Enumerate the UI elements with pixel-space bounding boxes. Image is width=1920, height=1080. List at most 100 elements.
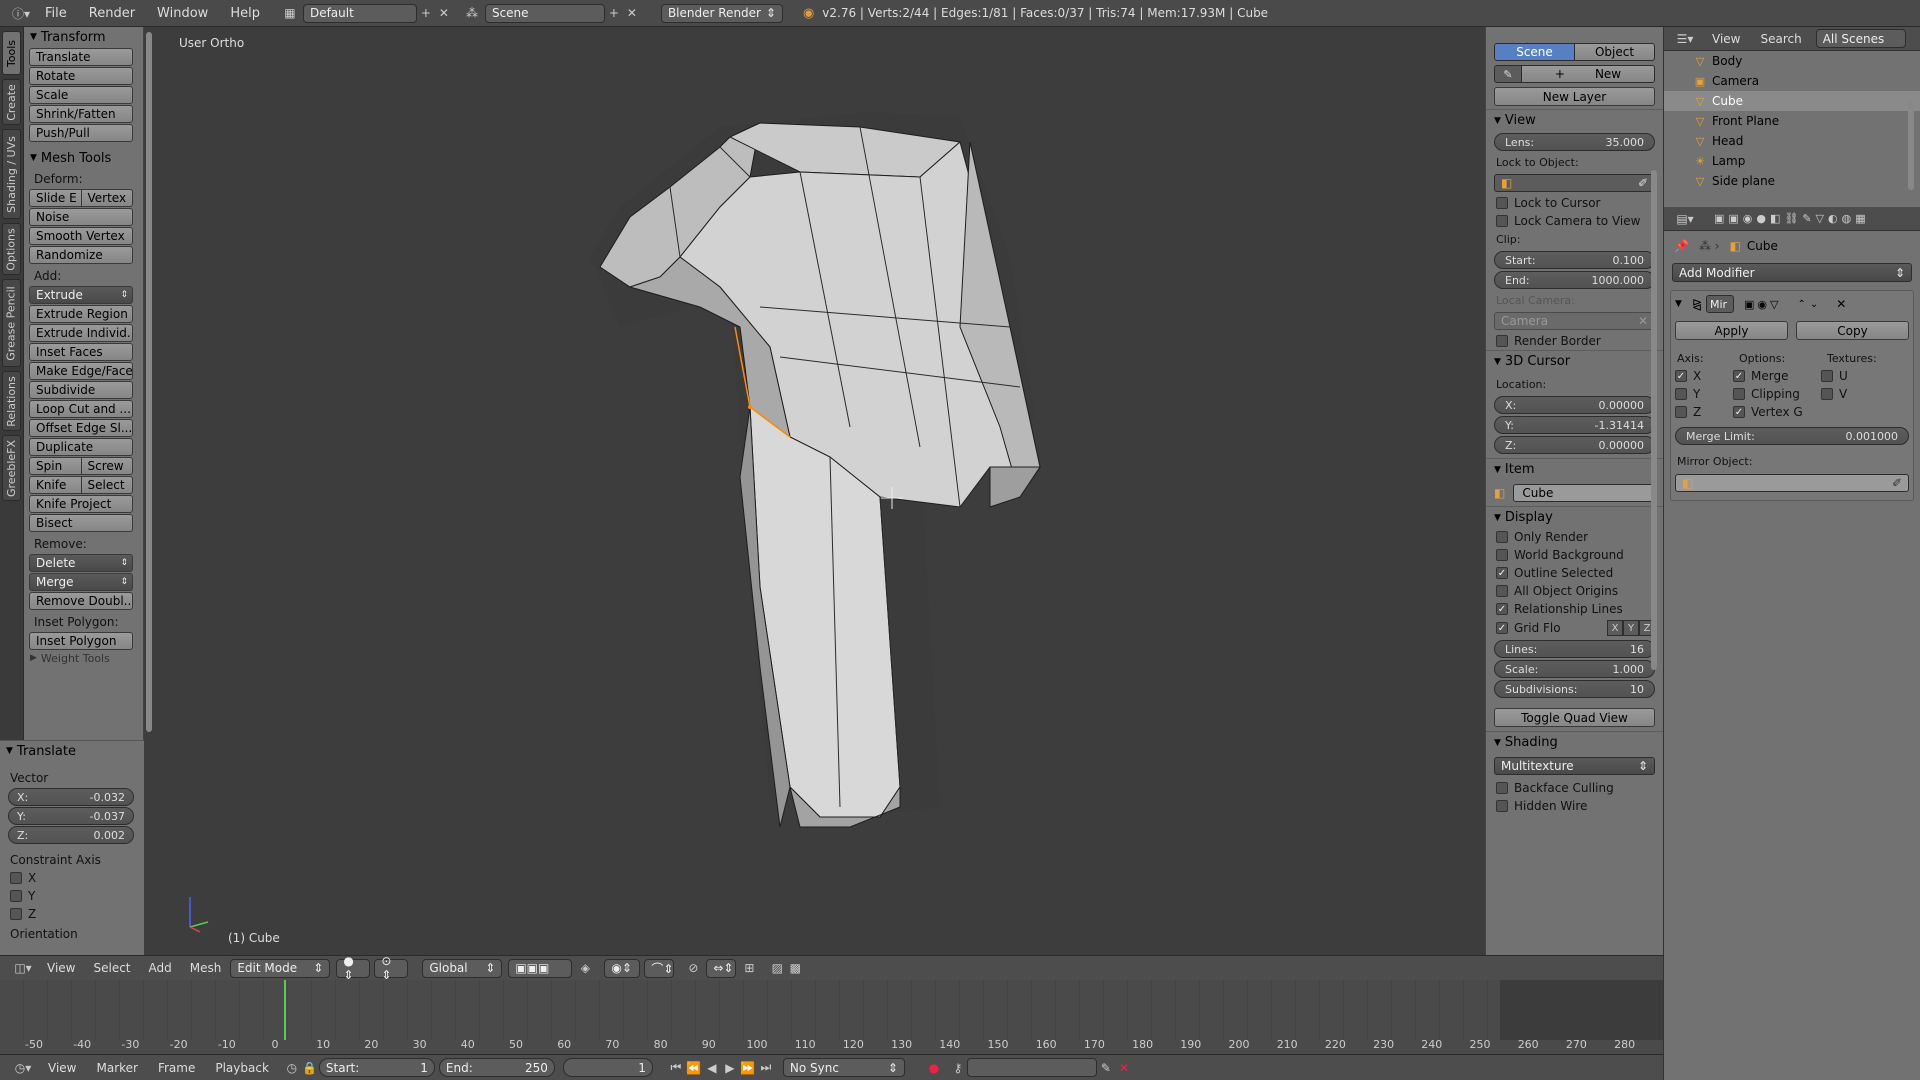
axis-y-checkbox[interactable]: Y: [1671, 385, 1733, 403]
context-tabs-icons[interactable]: ▣▣◉●◧⛓✎▽◐◍▦: [1714, 212, 1870, 225]
remove-layout-icon[interactable]: ✕: [435, 4, 453, 22]
merge-checkbox[interactable]: ✓ Merge: [1733, 367, 1821, 385]
modifier-visibility-icons[interactable]: ▣◉▽: [1744, 298, 1781, 311]
rotate-button[interactable]: Rotate: [29, 67, 133, 85]
snap-toggle-icon[interactable]: ⊘: [684, 959, 702, 977]
grid-floor-checkbox[interactable]: ✓ Grid Flo: [1496, 621, 1607, 635]
current-frame-line[interactable]: [284, 980, 286, 1040]
proportional-edit-select[interactable]: ◉⇕: [604, 958, 641, 978]
texture-u-checkbox[interactable]: U: [1821, 367, 1848, 385]
knife-button[interactable]: Knife: [29, 476, 82, 494]
timeline[interactable]: -50 -40 -30 -20 -10 0 10 20 30 40 50 60 70 80 90 100 110…: [0, 980, 1663, 1054]
scene-icon[interactable]: ⁂: [459, 4, 485, 22]
panel-transform-header[interactable]: ▼ Transform: [24, 27, 143, 47]
properties-shelf-scrollbar[interactable]: [1651, 170, 1657, 670]
occlude-geometry-icon[interactable]: ◈: [576, 959, 594, 977]
vector-y-field[interactable]: Y: -0.037: [8, 807, 134, 825]
record-icon[interactable]: ●: [925, 1059, 943, 1077]
panel-display-header[interactable]: ▼ Display: [1486, 506, 1663, 528]
scene-field[interactable]: Scene: [484, 3, 605, 23]
delete-dropdown[interactable]: Delete ⇕: [29, 554, 133, 572]
tab-scene[interactable]: Scene: [1494, 43, 1575, 61]
cursor-z-field[interactable]: Z: 0.00000: [1494, 436, 1655, 454]
lock-to-cursor-checkbox[interactable]: Lock to Cursor: [1486, 194, 1663, 212]
move-down-icon[interactable]: ⌄: [1810, 299, 1818, 310]
cursor-x-field[interactable]: X: 0.00000: [1494, 396, 1655, 414]
close-icon[interactable]: ✕: [1638, 314, 1648, 328]
merge-limit-field[interactable]: Merge Limit: 0.001000: [1675, 427, 1909, 445]
constraint-y-checkbox[interactable]: Y: [0, 887, 144, 905]
select-mode-buttons[interactable]: ▣▣▣: [508, 958, 573, 978]
panel-item-header[interactable]: ▼ Item: [1486, 458, 1663, 480]
lock-camera-checkbox[interactable]: Lock Camera to View: [1486, 212, 1663, 230]
menu-add[interactable]: Add: [140, 961, 181, 975]
panel-view-header[interactable]: ▼ View: [1486, 109, 1663, 131]
inset-faces-button[interactable]: Inset Faces: [29, 343, 133, 361]
screen-layout-icon[interactable]: ▦: [277, 4, 303, 22]
falloff-select[interactable]: ⌒⇕: [644, 958, 675, 978]
close-icon[interactable]: ✕: [1836, 297, 1846, 311]
layout-field[interactable]: Default: [302, 3, 417, 23]
delete-keyframe-icon[interactable]: ✕: [1115, 1059, 1133, 1077]
insert-keyframe-icon[interactable]: ✎: [1097, 1059, 1115, 1077]
lock-icon[interactable]: 🔒: [301, 1059, 319, 1077]
timeline-editor-icon[interactable]: ◷▾: [8, 1059, 38, 1077]
outliner-item[interactable]: ▣ Camera: [1664, 71, 1920, 91]
inset-polygon-button[interactable]: Inset Polygon: [29, 632, 133, 650]
grid-subdivisions-field[interactable]: Subdivisions: 10: [1494, 680, 1655, 698]
texture-v-checkbox[interactable]: V: [1821, 385, 1847, 403]
snap-element-select[interactable]: ⇔⇕: [706, 958, 737, 978]
grid-axis-x-toggle[interactable]: X: [1607, 620, 1623, 636]
only-render-checkbox[interactable]: Only Render: [1486, 528, 1663, 546]
constraint-x-checkbox[interactable]: X: [0, 869, 144, 887]
slide-vertex-button[interactable]: Vertex: [81, 189, 133, 207]
axis-x-checkbox[interactable]: ✓ X: [1671, 367, 1733, 385]
menu-mesh[interactable]: Mesh: [181, 961, 231, 975]
make-edge-face-button[interactable]: Make Edge/Face: [29, 362, 133, 380]
tab-tools[interactable]: Tools: [2, 31, 21, 75]
grid-axis-y-toggle[interactable]: Y: [1623, 620, 1639, 636]
panel-weight-tools-header[interactable]: ▶ Weight Tools: [24, 651, 143, 665]
outliner-scrollbar[interactable]: [1908, 100, 1914, 190]
randomize-button[interactable]: Randomize: [29, 246, 133, 264]
scale-button[interactable]: Scale: [29, 86, 133, 104]
remove-doubles-button[interactable]: Remove Doubl...: [29, 592, 133, 610]
prev-keyframe-icon[interactable]: ⏪: [685, 1059, 703, 1077]
tool-shelf-scrollbar[interactable]: [146, 32, 152, 732]
timeline-menu-playback[interactable]: Playback: [205, 1061, 279, 1075]
current-frame-field[interactable]: 1: [562, 1058, 653, 1077]
merge-dropdown[interactable]: Merge ⇕: [29, 573, 133, 591]
menu-file[interactable]: File: [34, 6, 78, 21]
backface-culling-checkbox[interactable]: Backface Culling: [1486, 779, 1663, 797]
play-reverse-icon[interactable]: ◀: [703, 1059, 721, 1077]
smooth-vertex-button[interactable]: Smooth Vertex: [29, 227, 133, 245]
add-layout-icon[interactable]: +: [417, 4, 435, 22]
spin-button[interactable]: Spin: [29, 457, 82, 475]
opengl-render-icon[interactable]: ▨: [768, 959, 786, 977]
local-camera-field[interactable]: Camera ✕: [1494, 312, 1655, 330]
constraint-z-checkbox[interactable]: Z: [0, 905, 144, 923]
grease-pencil-icon[interactable]: ✎: [1494, 65, 1522, 83]
grid-lines-field[interactable]: Lines: 16: [1494, 640, 1655, 658]
extrude-region-button[interactable]: Extrude Region: [29, 305, 133, 323]
hammer-mesh[interactable]: [160, 27, 1485, 955]
all-object-origins-checkbox[interactable]: All Object Origins: [1486, 582, 1663, 600]
shading-mode-select[interactable]: Multitexture ⇕: [1494, 757, 1655, 775]
grid-scale-field[interactable]: Scale: 1.000: [1494, 660, 1655, 678]
tab-greeblefx[interactable]: GreebleFX: [2, 435, 21, 501]
bisect-button[interactable]: Bisect: [29, 514, 133, 532]
viewport-shading-select[interactable]: ● ⇕: [336, 954, 371, 982]
tab-relations[interactable]: Relations: [2, 371, 21, 431]
jump-start-icon[interactable]: ⏮: [667, 1059, 685, 1077]
add-modifier-select[interactable]: Add Modifier ⇕: [1672, 263, 1912, 282]
render-engine-select[interactable]: Blender Render ⇕: [660, 3, 783, 23]
outliner-item[interactable]: ▽ Head: [1664, 131, 1920, 151]
3d-viewport[interactable]: User Ortho (1) Cube: [160, 27, 1485, 955]
panel-mesh-tools-header[interactable]: ▼ Mesh Tools: [24, 148, 143, 168]
render-border-checkbox[interactable]: Render Border: [1486, 332, 1663, 350]
world-background-checkbox[interactable]: World Background: [1486, 546, 1663, 564]
apply-button[interactable]: Apply: [1675, 321, 1788, 340]
menu-window[interactable]: Window: [146, 6, 219, 21]
transform-orientation-select[interactable]: Global ⇕: [422, 958, 503, 978]
push-pull-button[interactable]: Push/Pull: [29, 124, 133, 142]
